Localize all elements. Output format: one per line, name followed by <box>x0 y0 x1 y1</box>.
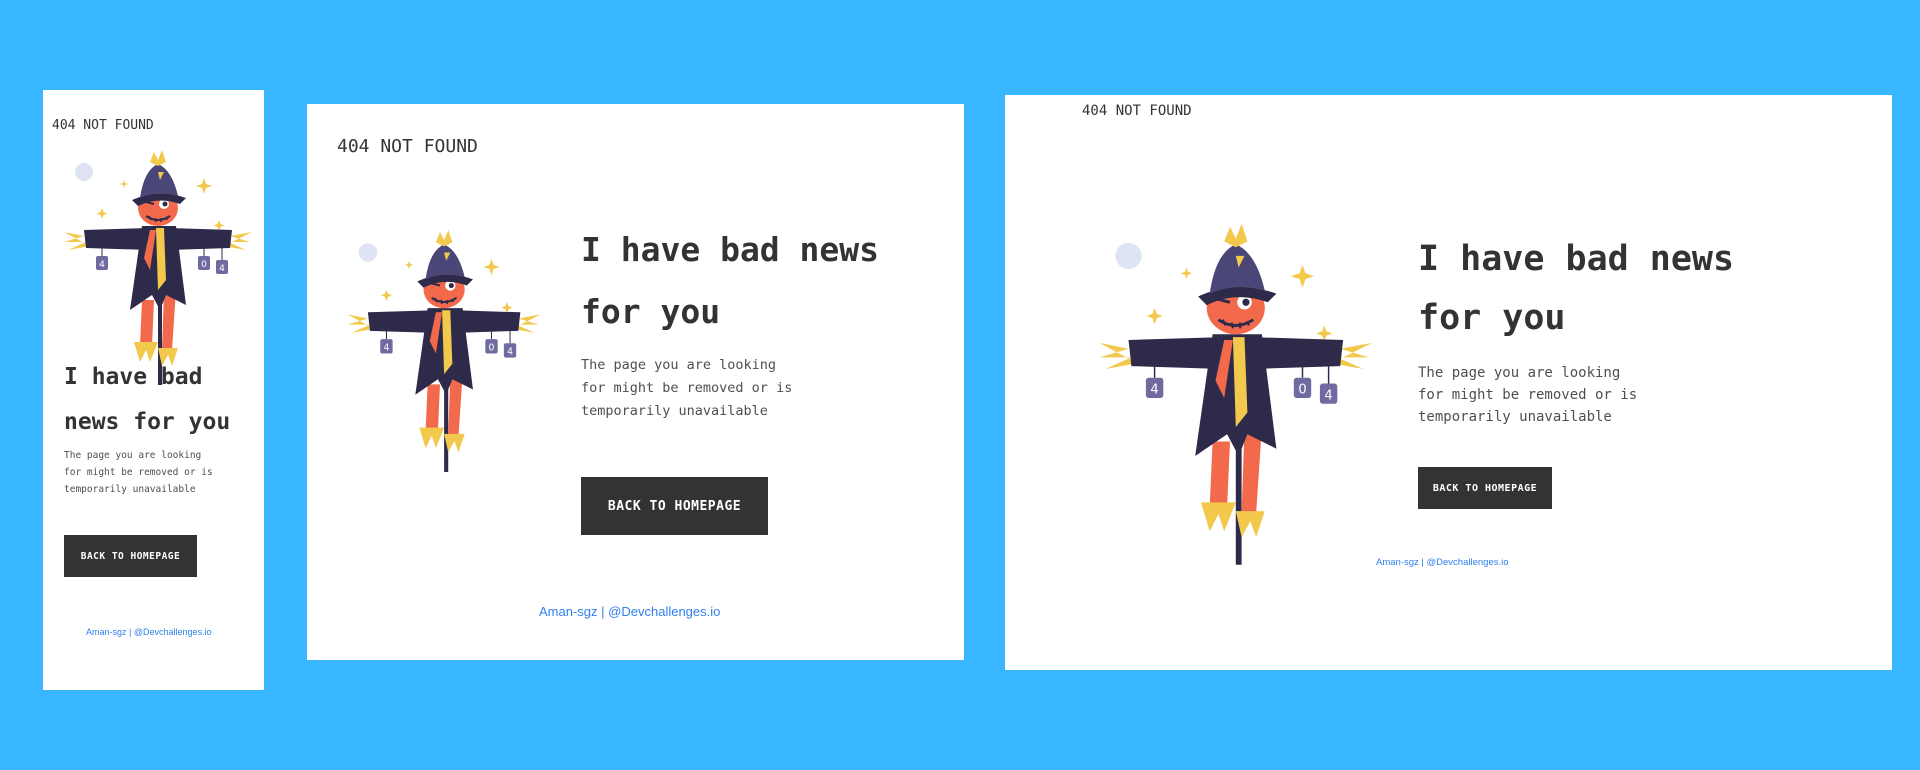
desktop-preview: 404 NOT FOUND I have bad news for you Th… <box>1005 95 1892 670</box>
devchallenges-link[interactable]: @Devchallenges.io <box>134 627 212 637</box>
page-description: The page you are looking for might be re… <box>64 447 213 498</box>
page-heading: I have bad news for you <box>64 355 264 445</box>
heading-line-2: news for you <box>64 409 231 435</box>
page-heading: I have bad news for you <box>581 219 951 343</box>
footer-separator: | <box>129 627 132 637</box>
devchallenges-link[interactable]: @Devchallenges.io <box>1427 557 1509 568</box>
brand-logo: 404 NOT FOUND <box>52 118 154 133</box>
description-line: temporarily unavailable <box>581 403 768 419</box>
scarecrow-illustration <box>337 212 543 495</box>
back-to-homepage-button[interactable]: BACK TO HOMEPAGE <box>1418 467 1552 509</box>
devchallenges-link[interactable]: @Devchallenges.io <box>608 604 720 619</box>
brand-logo: 404 NOT FOUND <box>1082 103 1192 119</box>
description-line: for might be removed or is <box>1418 387 1638 403</box>
scarecrow-illustration <box>1085 213 1375 583</box>
description-line: The page you are looking <box>1418 365 1621 381</box>
page-heading: I have bad news for you <box>1418 230 1818 348</box>
tablet-preview: 404 NOT FOUND I have bad news for you Th… <box>307 104 964 660</box>
description-line: for might be removed or is <box>64 467 213 478</box>
author-link[interactable]: Aman-sgz <box>539 604 598 619</box>
back-to-homepage-button[interactable]: BACK TO HOMEPAGE <box>64 535 197 577</box>
heading-line-2: for you <box>1418 298 1566 338</box>
description-line: The page you are looking <box>581 357 777 373</box>
back-to-homepage-button[interactable]: BACK TO HOMEPAGE <box>581 477 768 535</box>
brand-logo: 404 NOT FOUND <box>337 136 478 157</box>
mobile-preview: 404 NOT FOUND I have bad news for you Th… <box>43 90 264 690</box>
description-line: for might be removed or is <box>581 380 793 396</box>
page-description: The page you are looking for might be re… <box>581 354 792 423</box>
heading-line-1: I have bad news <box>581 230 880 269</box>
footer-credits: Aman-sgz | @Devchallenges.io <box>1376 557 1509 568</box>
description-line: The page you are looking <box>64 450 202 461</box>
heading-line-1: I have bad <box>64 364 203 390</box>
heading-line-1: I have bad news <box>1418 239 1735 279</box>
footer-credits: Aman-sgz | @Devchallenges.io <box>86 627 212 637</box>
footer-separator: | <box>601 604 605 619</box>
author-link[interactable]: Aman-sgz <box>1376 557 1419 568</box>
heading-line-2: for you <box>581 292 721 331</box>
author-link[interactable]: Aman-sgz <box>86 627 127 637</box>
description-line: temporarily unavailable <box>1418 409 1612 425</box>
footer-credits: Aman-sgz | @Devchallenges.io <box>539 604 720 619</box>
description-line: temporarily unavailable <box>64 484 196 495</box>
footer-separator: | <box>1421 557 1424 568</box>
scarecrow-illustration <box>51 150 257 390</box>
page-description: The page you are looking for might be re… <box>1418 362 1637 428</box>
